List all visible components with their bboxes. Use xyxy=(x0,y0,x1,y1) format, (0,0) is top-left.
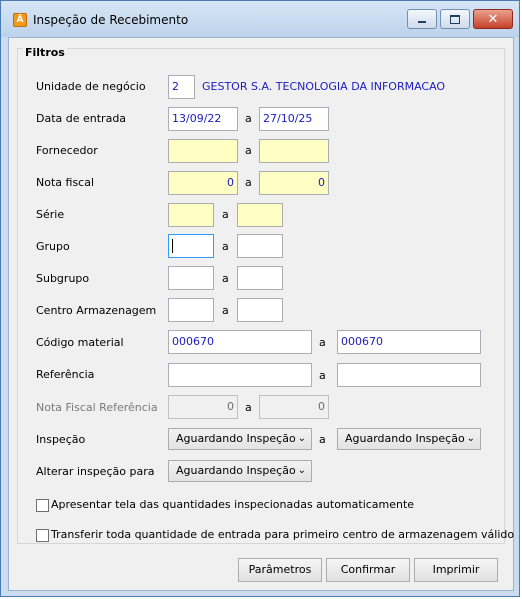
nota-fiscal-label: Nota fiscal xyxy=(36,176,95,189)
grupo-de-input[interactable] xyxy=(168,234,214,258)
separator: a xyxy=(222,272,229,285)
separator: a xyxy=(245,112,252,125)
data-ate-input[interactable]: 27/10/25 xyxy=(259,107,329,131)
minimize-icon xyxy=(408,10,436,28)
close-icon: ✕ xyxy=(487,11,499,27)
grupo-label: Grupo xyxy=(36,240,70,253)
nf-ate-input[interactable]: 0 xyxy=(259,171,329,195)
apresentar-checkbox[interactable] xyxy=(36,499,49,512)
inspecao-de-select[interactable]: Aguardando Inspeção ⌄ xyxy=(168,428,312,450)
transferir-checkbox[interactable] xyxy=(36,529,49,542)
inspecao-label: Inspeção xyxy=(36,433,86,446)
text-caret xyxy=(172,239,173,253)
alterar-label: Alterar inspeção para xyxy=(36,465,155,478)
inspecao-de-value: Aguardando Inspeção xyxy=(176,432,296,445)
unidade-code-input[interactable]: 2 xyxy=(168,75,195,99)
centro-de-input[interactable] xyxy=(168,298,214,322)
codigo-ate-input[interactable]: 000670 xyxy=(337,330,481,354)
nf-referencia-label: Nota Fiscal Referência xyxy=(36,401,158,414)
parametros-button[interactable]: Parâmetros xyxy=(238,558,322,582)
codigo-de-input[interactable]: 000670 xyxy=(168,330,312,354)
inspecao-ate-select[interactable]: Aguardando Inspeção ⌄ xyxy=(337,428,481,450)
inspecao-ate-value: Aguardando Inspeção xyxy=(345,432,465,445)
unidade-name: GESTOR S.A. TECNOLOGIA DA INFORMACAO xyxy=(202,80,446,93)
fornecedor-label: Fornecedor xyxy=(36,144,98,157)
serie-ate-input[interactable] xyxy=(237,203,283,227)
separator: a xyxy=(319,336,326,349)
centro-ate-input[interactable] xyxy=(237,298,283,322)
separator: a xyxy=(245,144,252,157)
separator: a xyxy=(222,208,229,221)
chevron-down-icon: ⌄ xyxy=(297,433,306,444)
window: Ä Inspeção de Recebimento ✕ Filtros Unid… xyxy=(0,0,520,597)
alterar-para-value: Aguardando Inspeção xyxy=(176,464,296,477)
imprimir-button[interactable]: Imprimir xyxy=(414,558,498,582)
fornecedor-de-input[interactable] xyxy=(168,139,238,163)
fornecedor-ate-input[interactable] xyxy=(259,139,329,163)
maximize-button[interactable] xyxy=(440,9,470,29)
nfref-ate-input: 0 xyxy=(259,395,329,419)
minimize-button[interactable] xyxy=(407,9,437,29)
codigo-label: Código material xyxy=(36,336,124,349)
subgrupo-label: Subgrupo xyxy=(36,272,90,285)
nf-de-input[interactable]: 0 xyxy=(168,171,238,195)
apresentar-checkbox-label[interactable]: Apresentar tela das quantidades inspecio… xyxy=(51,498,414,511)
dialog-body: Filtros Unidade de negócio 2 GESTOR S.A.… xyxy=(8,37,514,591)
chevron-down-icon: ⌄ xyxy=(297,465,306,476)
grupo-ate-input[interactable] xyxy=(237,234,283,258)
data-entrada-label: Data de entrada xyxy=(36,112,127,125)
nfref-de-input: 0 xyxy=(168,395,238,419)
referencia-de-input[interactable] xyxy=(168,363,312,387)
separator: a xyxy=(222,240,229,253)
data-de-input[interactable]: 13/09/22 xyxy=(168,107,238,131)
separator: a xyxy=(319,433,326,446)
separator: a xyxy=(319,369,326,382)
separator: a xyxy=(222,304,229,317)
close-button[interactable]: ✕ xyxy=(473,9,513,29)
filters-group-title: Filtros xyxy=(23,46,67,59)
title-bar[interactable]: Ä Inspeção de Recebimento ✕ xyxy=(1,1,519,37)
separator: a xyxy=(245,401,252,414)
chevron-down-icon: ⌄ xyxy=(466,433,475,444)
referencia-ate-input[interactable] xyxy=(337,363,481,387)
unidade-label: Unidade de negócio xyxy=(36,80,146,93)
separator: a xyxy=(245,176,252,189)
serie-label: Série xyxy=(36,208,65,221)
referencia-label: Referência xyxy=(36,368,95,381)
window-title: Inspeção de Recebimento xyxy=(33,13,189,27)
alterar-para-select[interactable]: Aguardando Inspeção ⌄ xyxy=(168,460,312,482)
confirmar-button[interactable]: Confirmar xyxy=(326,558,410,582)
maximize-icon xyxy=(441,10,469,28)
serie-de-input[interactable] xyxy=(168,203,214,227)
transferir-checkbox-label[interactable]: Transferir toda quantidade de entrada pa… xyxy=(51,528,514,541)
subgrupo-de-input[interactable] xyxy=(168,266,214,290)
app-logo-icon: Ä xyxy=(13,13,27,27)
subgrupo-ate-input[interactable] xyxy=(237,266,283,290)
centro-label: Centro Armazenagem xyxy=(36,304,157,317)
